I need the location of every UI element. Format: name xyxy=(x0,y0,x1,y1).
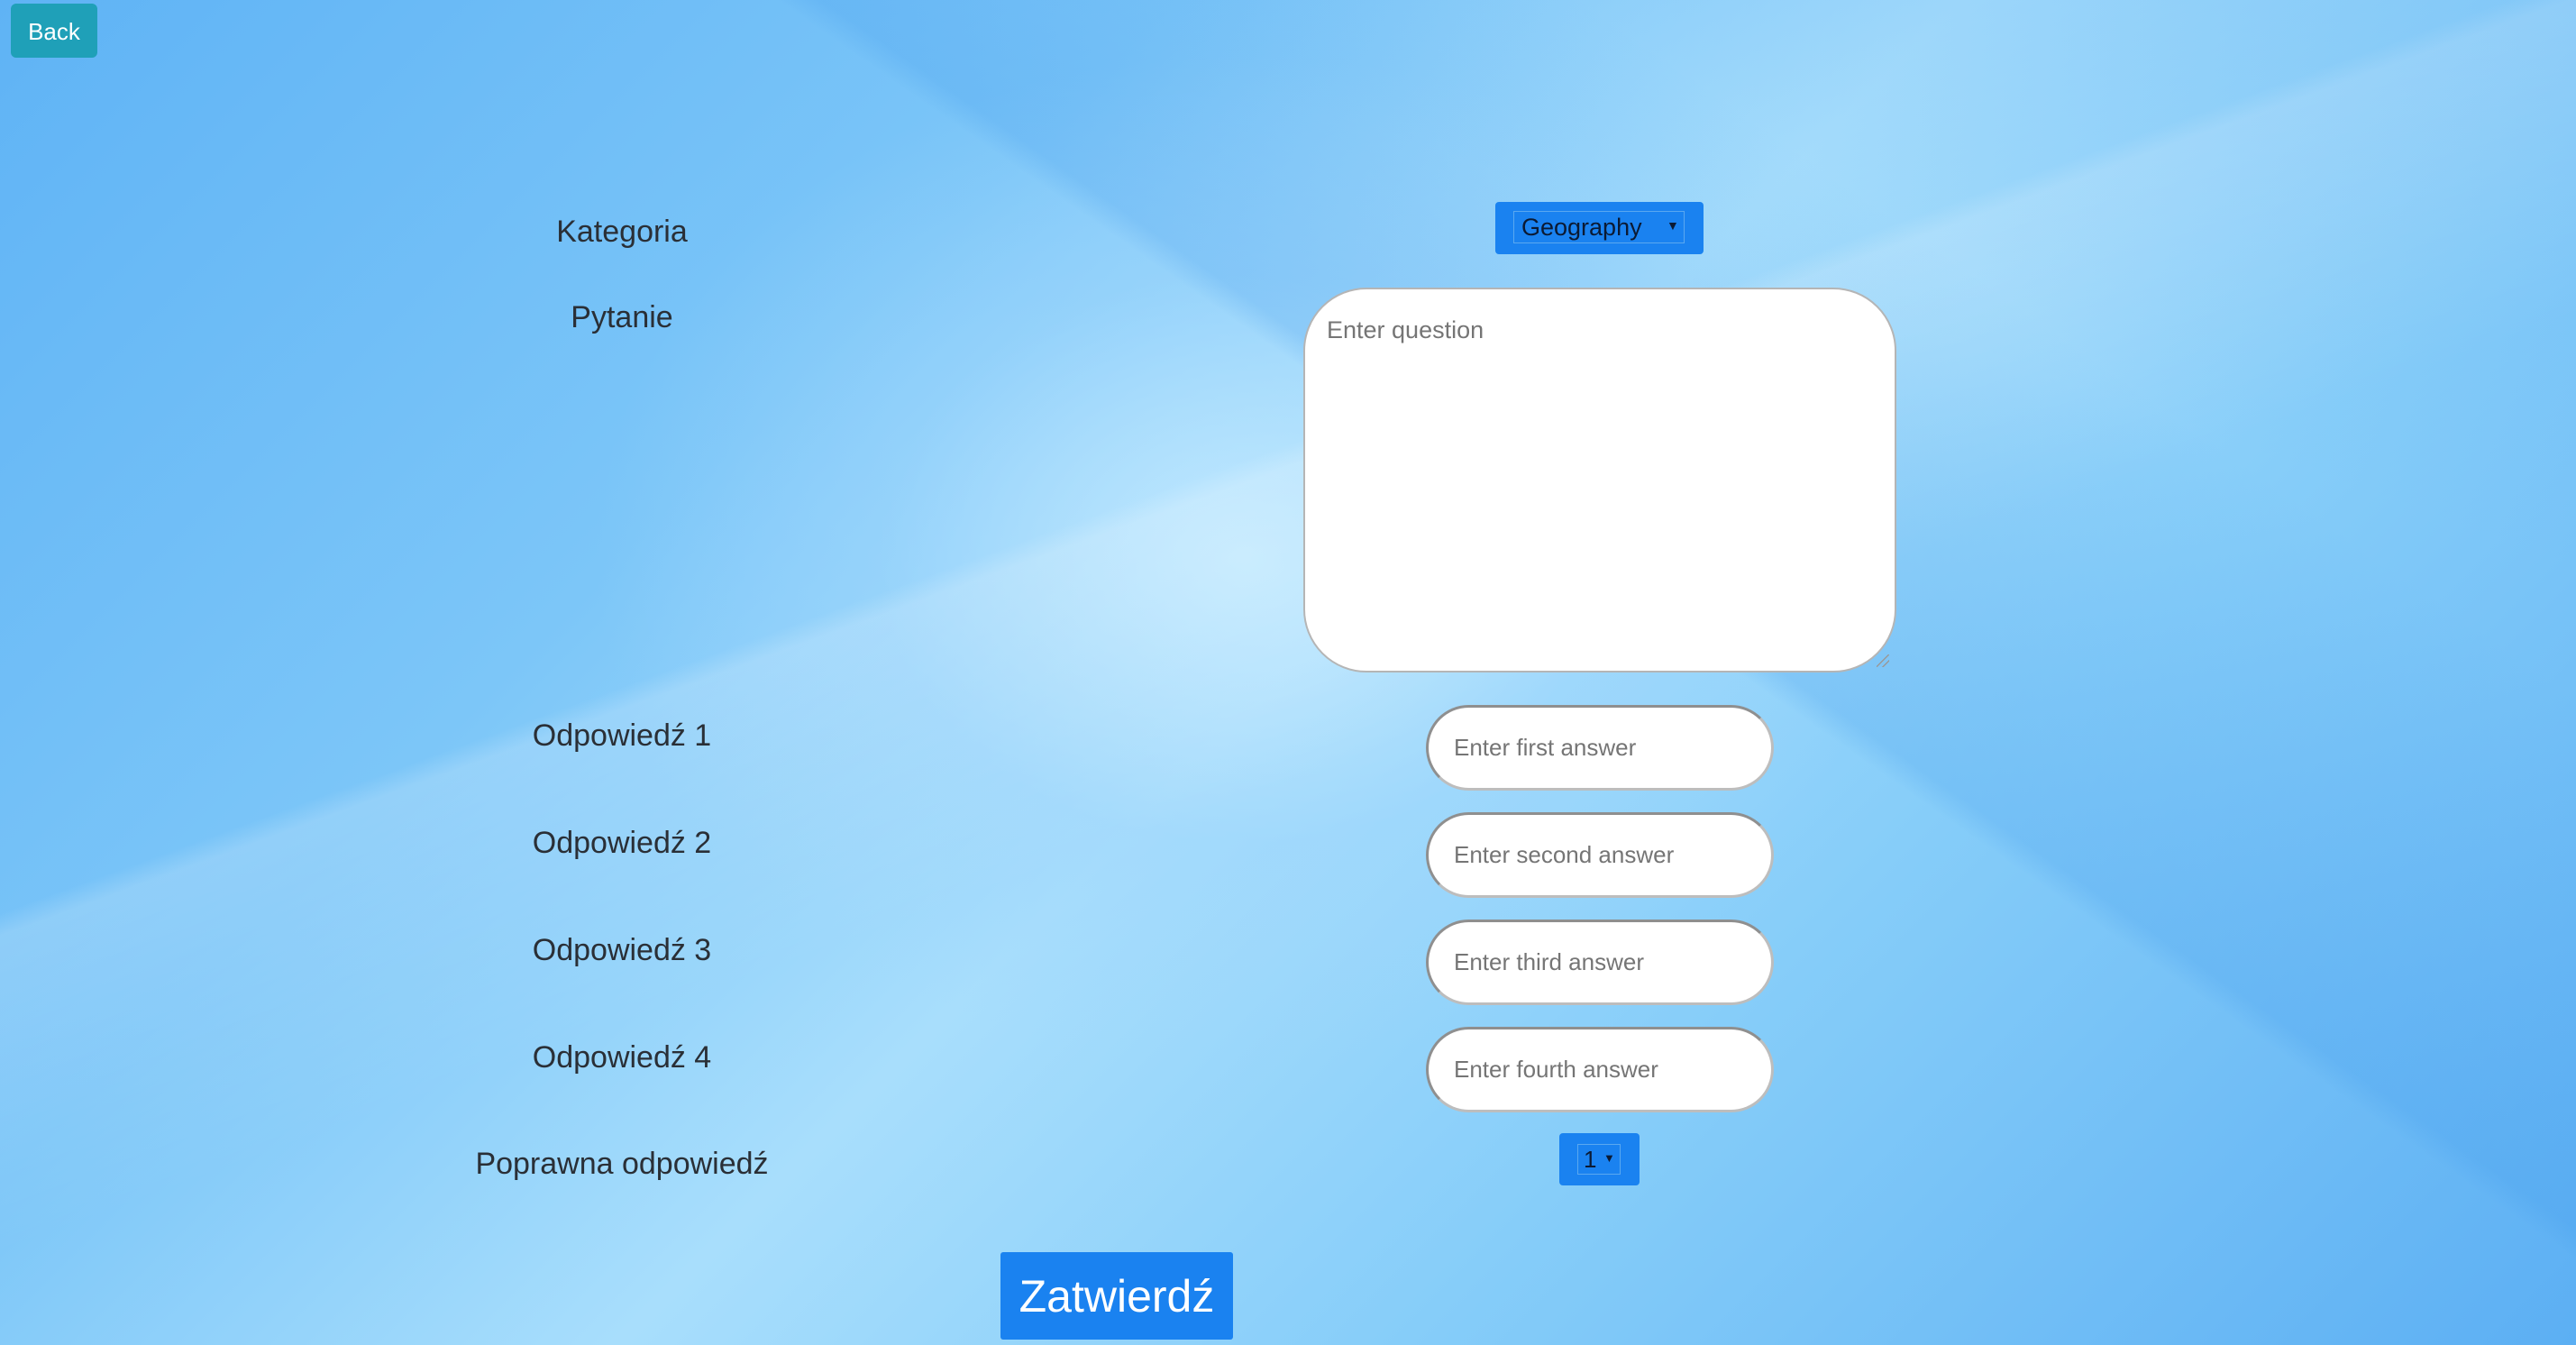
question-placeholder: Enter question xyxy=(1327,316,1484,343)
answer-1-input[interactable]: Enter first answer xyxy=(1426,705,1774,791)
chevron-down-icon: ▼ xyxy=(1667,218,1679,233)
background-facet xyxy=(0,0,2576,1345)
submit-button[interactable]: Zatwierdź xyxy=(1000,1252,1233,1340)
answer-2-label: Odpowiedź 2 xyxy=(532,826,712,860)
question-label: Pytanie xyxy=(571,300,673,334)
answer-4-input[interactable]: Enter fourth answer xyxy=(1426,1027,1774,1112)
correct-answer-label: Poprawna odpowiedź xyxy=(475,1147,769,1181)
category-select[interactable]: Geography ▼ xyxy=(1495,202,1704,254)
correct-answer-select[interactable]: 1 ▼ xyxy=(1559,1133,1640,1185)
answer-4-label: Odpowiedź 4 xyxy=(532,1040,712,1075)
chevron-down-icon: ▼ xyxy=(1603,1151,1615,1165)
answer-3-input[interactable]: Enter third answer xyxy=(1426,920,1774,1005)
background-facet xyxy=(0,0,2576,1345)
answer-1-label: Odpowiedź 1 xyxy=(532,718,712,753)
background-facet xyxy=(0,0,2576,1345)
category-select-value: Geography xyxy=(1513,211,1685,243)
category-label: Kategoria xyxy=(556,215,688,249)
answer-2-input[interactable]: Enter second answer xyxy=(1426,812,1774,898)
resize-grip-icon[interactable] xyxy=(1877,654,1889,667)
question-textarea[interactable]: Enter question xyxy=(1303,288,1896,672)
answer-3-label: Odpowiedź 3 xyxy=(532,933,712,967)
back-button[interactable]: Back xyxy=(11,4,97,58)
